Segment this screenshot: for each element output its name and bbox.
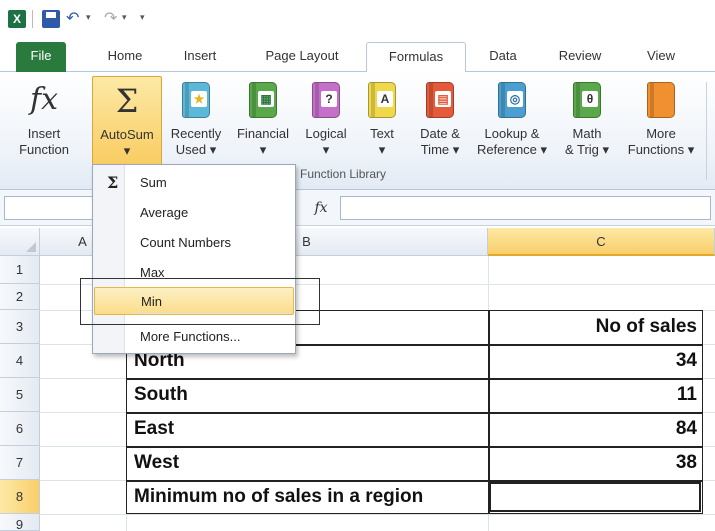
formula-input[interactable] bbox=[340, 196, 711, 220]
magnifier-book-icon: ◎ bbox=[492, 80, 532, 120]
cell-c6[interactable]: 84 bbox=[488, 412, 703, 446]
cell-b7[interactable]: West bbox=[130, 446, 179, 480]
tab-review[interactable]: Review bbox=[550, 42, 610, 72]
row-header[interactable]: 3 bbox=[0, 310, 40, 344]
function-library-group-label: Function Library bbox=[300, 167, 387, 181]
logical-label: Logical ▾ bbox=[305, 126, 347, 157]
insert-function-button[interactable]: fx Insert Function bbox=[10, 76, 78, 176]
redo-dropdown-icon[interactable]: ▾ bbox=[122, 12, 127, 23]
annotation-highlight-box bbox=[80, 278, 320, 325]
save-icon[interactable] bbox=[42, 10, 60, 28]
row-header[interactable]: 9 bbox=[0, 514, 40, 531]
formula-fx-button[interactable]: fx bbox=[306, 196, 336, 220]
more-functions-label: More Functions ▾ bbox=[627, 126, 695, 157]
text-button[interactable]: A Text ▾ bbox=[362, 76, 402, 176]
row-header[interactable]: 4 bbox=[0, 344, 40, 378]
books-stack-icon bbox=[641, 80, 681, 120]
logical-button[interactable]: ? Logical ▾ bbox=[298, 76, 354, 176]
menu-item-more-functions[interactable]: More Functions... bbox=[94, 323, 294, 351]
undo-dropdown-icon[interactable]: ▾ bbox=[86, 12, 91, 23]
quick-access-toolbar: X ↶ ▾ ↷ ▾ ▾ bbox=[0, 0, 715, 36]
financial-label: Financial ▾ bbox=[236, 126, 290, 157]
cell-c3[interactable]: No of sales bbox=[488, 310, 703, 344]
row-header[interactable]: 7 bbox=[0, 446, 40, 480]
financial-book-icon: ▦ bbox=[243, 80, 283, 120]
math-trig-label: Math & Trig ▾ bbox=[564, 126, 610, 157]
menu-item-count-numbers[interactable]: Count Numbers bbox=[94, 229, 294, 257]
row-header[interactable]: 6 bbox=[0, 412, 40, 446]
cell-b6[interactable]: East bbox=[130, 412, 174, 446]
column-header-c[interactable]: C bbox=[488, 228, 715, 256]
theta-book-icon: θ bbox=[567, 80, 607, 120]
cell-c5[interactable]: 11 bbox=[488, 378, 703, 412]
sigma-icon: Σ bbox=[115, 82, 139, 120]
tab-formulas[interactable]: Formulas bbox=[366, 42, 466, 73]
select-all-corner[interactable] bbox=[0, 228, 40, 256]
recently-used-button[interactable]: ★ Recently Used ▾ bbox=[164, 76, 228, 176]
financial-button[interactable]: ▦ Financial ▾ bbox=[230, 76, 296, 176]
active-cell-c8[interactable] bbox=[489, 482, 701, 512]
math-trig-button[interactable]: θ Math & Trig ▾ bbox=[556, 76, 618, 176]
logical-book-icon: ? bbox=[306, 80, 346, 120]
gridline bbox=[40, 514, 715, 515]
fx-icon: fx bbox=[29, 82, 59, 117]
row-header[interactable]: 8 bbox=[0, 480, 40, 514]
lookup-reference-button[interactable]: ◎ Lookup & Reference ▾ bbox=[472, 76, 552, 176]
redo-icon[interactable]: ↷ bbox=[104, 10, 122, 28]
calendar-book-icon: ▤ bbox=[420, 80, 460, 120]
cell-c7[interactable]: 38 bbox=[488, 446, 703, 480]
cell-b5[interactable]: South bbox=[130, 378, 188, 412]
undo-icon[interactable]: ↶ bbox=[66, 10, 84, 28]
insert-function-label: Insert Function bbox=[19, 126, 69, 157]
date-time-button[interactable]: ▤ Date & Time ▾ bbox=[410, 76, 470, 176]
group-divider bbox=[706, 82, 707, 180]
menu-item-sum[interactable]: Sum bbox=[94, 169, 294, 197]
customize-toolbar-icon[interactable]: ▾ bbox=[140, 12, 145, 23]
text-label: Text ▾ bbox=[370, 126, 394, 157]
cell-b8[interactable]: Minimum no of sales in a region bbox=[130, 480, 423, 514]
date-time-label: Date & Time ▾ bbox=[420, 126, 460, 157]
tab-file[interactable]: File bbox=[16, 42, 66, 72]
autosum-dropdown-menu: Σ Sum Average Count Numbers Max Min More… bbox=[92, 164, 296, 354]
toolbar-separator bbox=[32, 10, 33, 28]
recently-used-label: Recently Used ▾ bbox=[170, 126, 222, 157]
excel-logo-icon: X bbox=[8, 10, 26, 28]
autosum-label: AutoSum ▾ bbox=[100, 127, 154, 158]
tab-data[interactable]: Data bbox=[478, 42, 528, 72]
tab-home[interactable]: Home bbox=[98, 42, 152, 72]
text-book-icon: A bbox=[362, 80, 402, 120]
tab-insert[interactable]: Insert bbox=[172, 42, 228, 72]
star-book-icon: ★ bbox=[176, 80, 216, 120]
menu-item-average[interactable]: Average bbox=[94, 199, 294, 227]
more-functions-button[interactable]: More Functions ▾ bbox=[620, 76, 702, 176]
cell-c4[interactable]: 34 bbox=[488, 344, 703, 378]
row-header[interactable]: 2 bbox=[0, 284, 40, 310]
row-header[interactable]: 5 bbox=[0, 378, 40, 412]
ribbon-tabs: File Home Insert Page Layout Formulas Da… bbox=[0, 36, 715, 73]
row-header[interactable]: 1 bbox=[0, 256, 40, 284]
lookup-reference-label: Lookup & Reference ▾ bbox=[476, 126, 548, 157]
tab-page-layout[interactable]: Page Layout bbox=[252, 42, 352, 72]
autosum-button[interactable]: Σ AutoSum ▾ bbox=[92, 76, 162, 176]
tab-view[interactable]: View bbox=[636, 42, 686, 72]
